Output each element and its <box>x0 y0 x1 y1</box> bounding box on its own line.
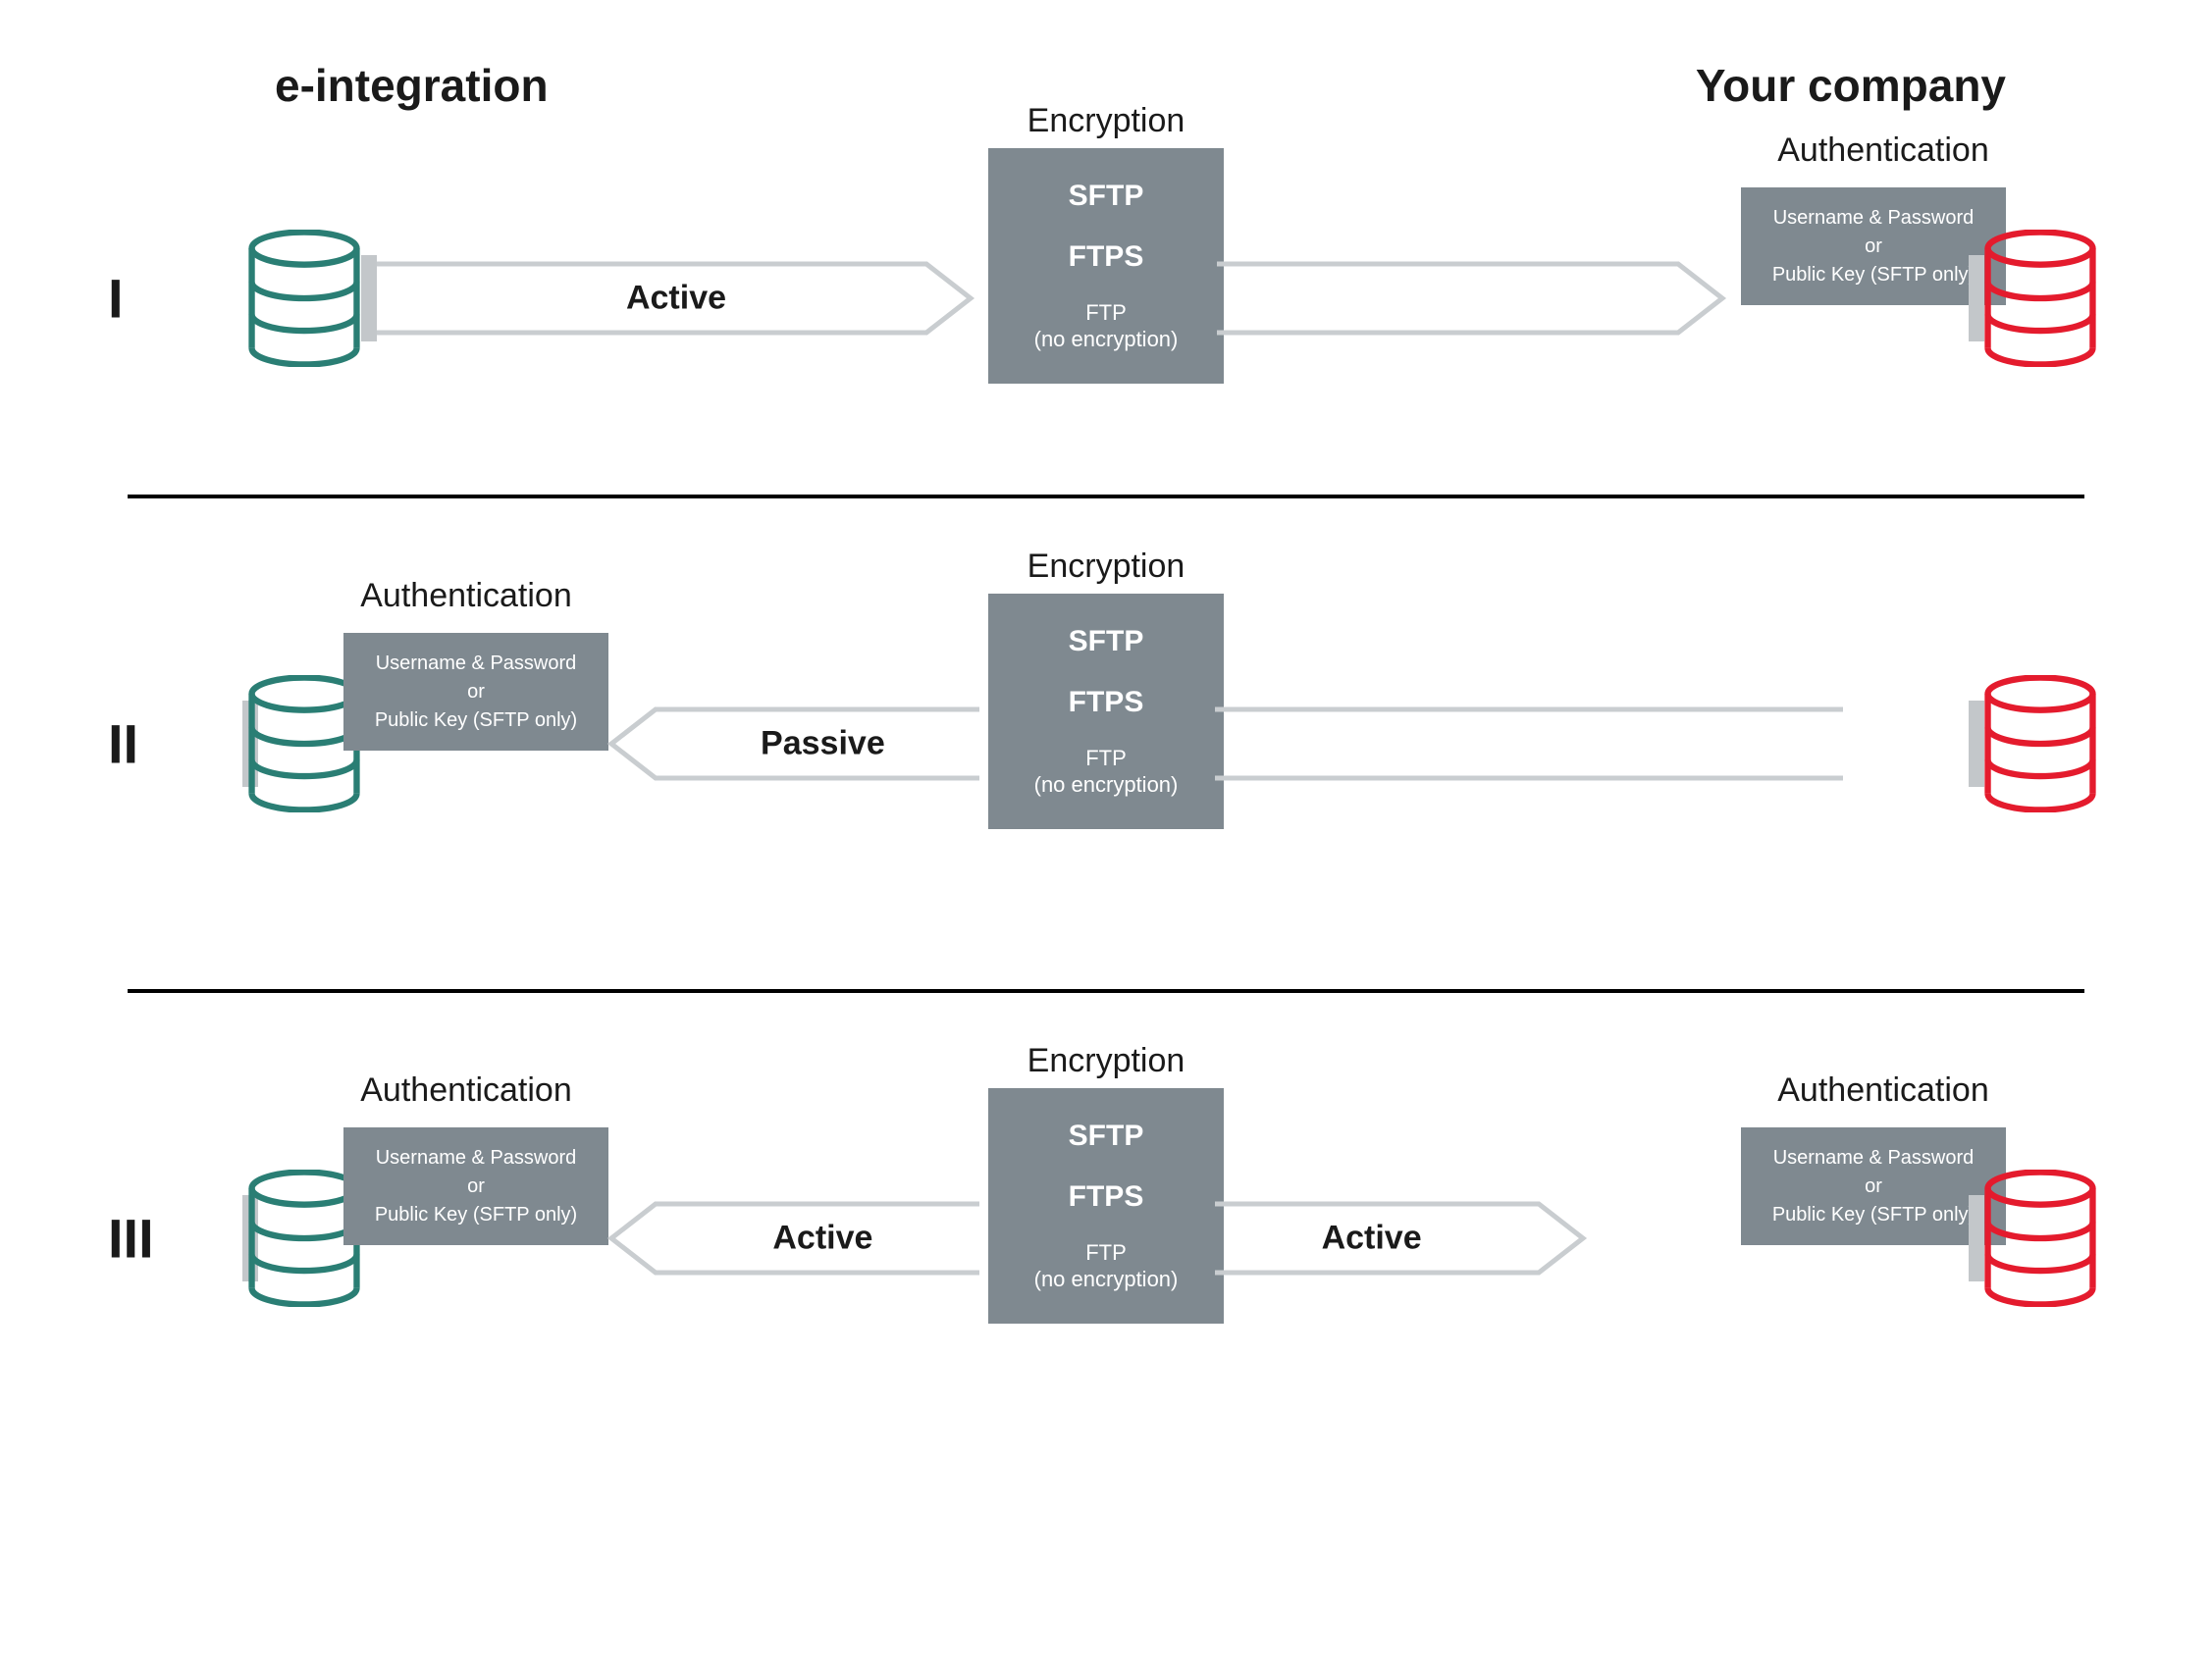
auth-box-right-3: Username & Password or Public Key (SFTP … <box>1741 1127 2006 1245</box>
header-left: e-integration <box>275 59 549 112</box>
header-right: Your company <box>1696 59 2006 112</box>
database-company-1 <box>1976 230 2104 367</box>
pipe-right-2 <box>1215 700 1843 788</box>
enc-ftps-1: FTPS <box>1069 240 1144 274</box>
enc-sftp-1: SFTP <box>1069 180 1144 213</box>
pipe-label-left-2: Passive <box>761 725 885 763</box>
database-eintegration-1 <box>240 230 368 367</box>
auth-left-3: Authentication Username & Password or Pu… <box>324 1071 608 1245</box>
auth-title-left-2: Authentication <box>360 577 572 615</box>
pipe-label-left-3: Active <box>772 1220 872 1258</box>
auth-title-right-3: Authentication <box>1777 1071 1989 1110</box>
encryption-box-3: SFTP FTPS FTP(no encryption) <box>988 1088 1224 1324</box>
encryption-title-3: Encryption <box>1027 1042 1185 1080</box>
row-1: I Active Encryption SFTP FTPS <box>128 141 2084 455</box>
auth-box-right-1: Username & Password or Public Key (SFTP … <box>1741 187 2006 305</box>
roman-1: I <box>108 267 124 331</box>
diagram-page: e-integration Your company I Active <box>0 0 2212 1670</box>
pipe-right-1 <box>1217 254 1727 342</box>
enc-ftp-1: FTP(no encryption) <box>1034 300 1179 352</box>
roman-2: II <box>108 712 138 776</box>
pipe-left-3: Active <box>606 1194 979 1282</box>
pipe-left-2: Passive <box>606 700 979 788</box>
pipe-right-3: Active <box>1215 1194 1588 1282</box>
encryption-box-2: SFTP FTPS FTP(no encryption) <box>988 594 1224 829</box>
auth-box-left-3: Username & Password or Public Key (SFTP … <box>343 1127 608 1245</box>
row-3: III Authentication Username & Password o… <box>128 1081 2084 1395</box>
pipe-label-right-3: Active <box>1322 1220 1422 1258</box>
database-company-3 <box>1976 1170 2104 1307</box>
pipe-left-1: Active <box>377 254 975 342</box>
divider-2 <box>128 989 2084 993</box>
auth-box-left-2: Username & Password or Public Key (SFTP … <box>343 633 608 751</box>
encryption-box-1: SFTP FTPS FTP(no encryption) <box>988 148 1224 384</box>
row-2: II Authentication Username & Password or… <box>128 587 2084 901</box>
auth-title-right-1: Authentication <box>1777 131 1989 170</box>
encryption-title-1: Encryption <box>1027 102 1185 140</box>
encryption-block-3: Encryption SFTP FTPS FTP(no encryption) <box>988 1042 1224 1356</box>
roman-3: III <box>108 1207 154 1271</box>
encryption-block-2: Encryption SFTP FTPS FTP(no encryption) <box>988 548 1224 861</box>
encryption-block-1: Encryption SFTP FTPS FTP(no encryption) <box>988 102 1224 416</box>
divider-1 <box>128 495 2084 498</box>
database-company-2 <box>1976 675 2104 812</box>
pipe-label-left-1: Active <box>626 280 726 318</box>
auth-left-2: Authentication Username & Password or Pu… <box>324 577 608 751</box>
auth-title-left-3: Authentication <box>360 1071 572 1110</box>
encryption-title-2: Encryption <box>1027 548 1185 586</box>
